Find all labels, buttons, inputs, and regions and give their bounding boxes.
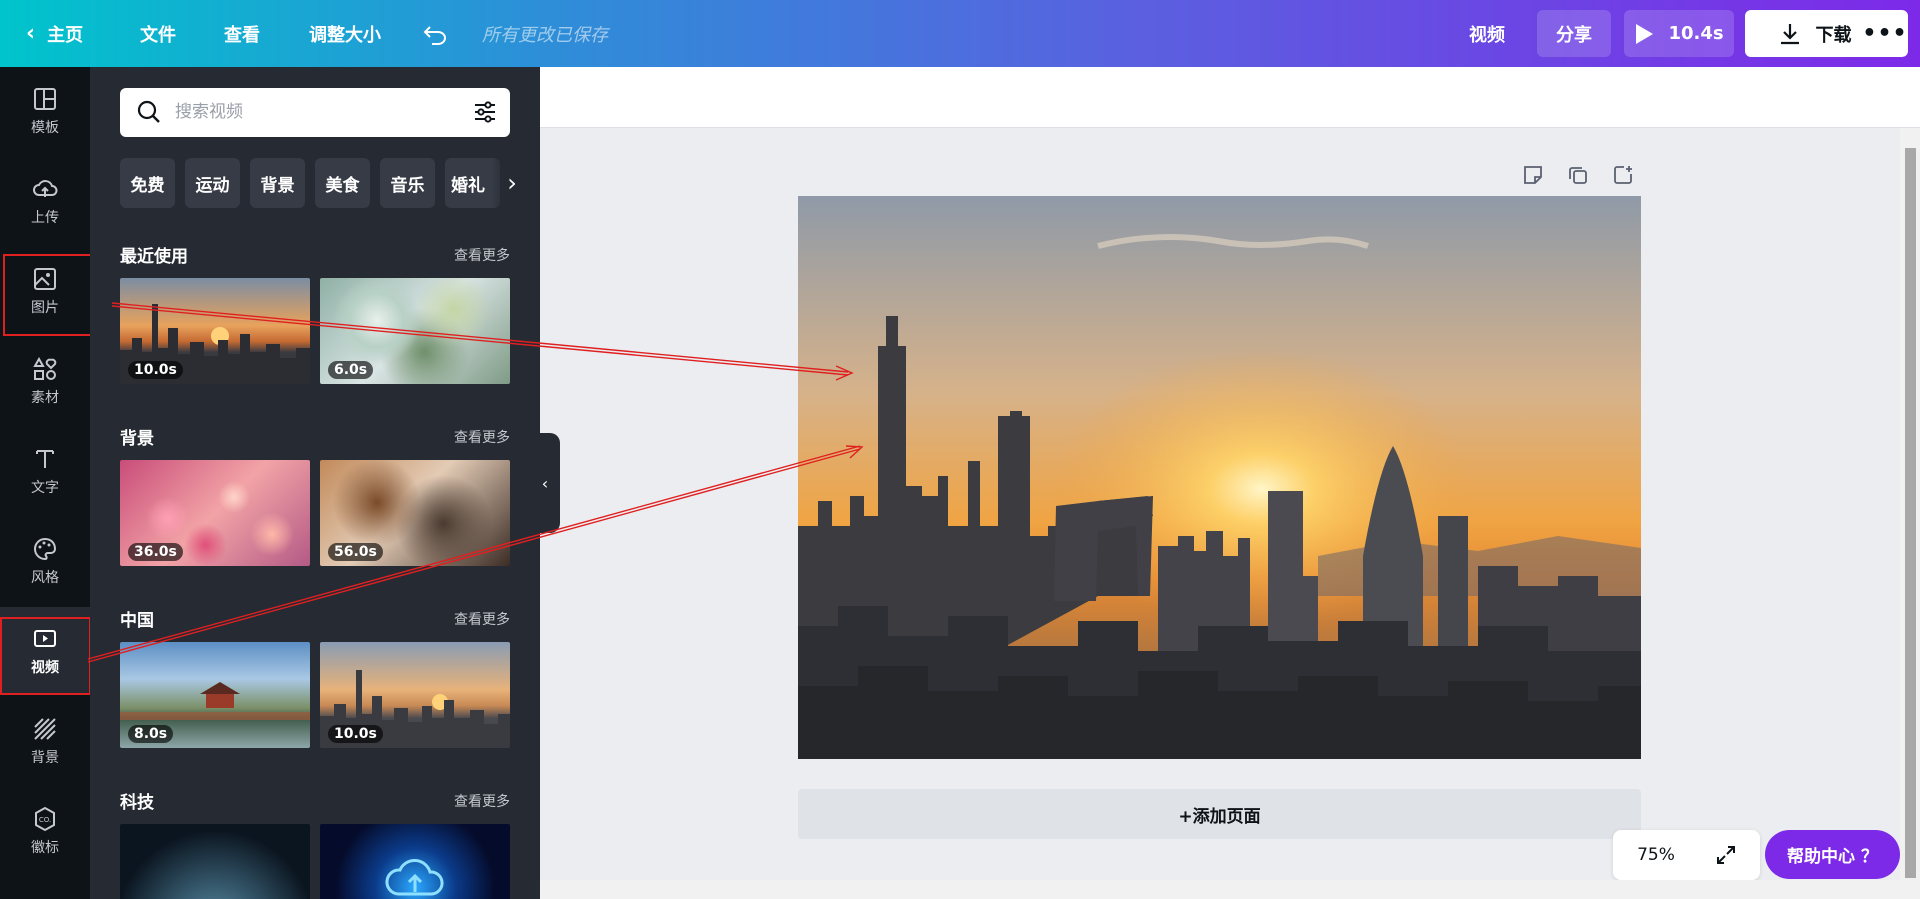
filter-chip[interactable]: 音乐 — [380, 158, 435, 208]
duration-badge: 6.0s — [328, 361, 374, 379]
zoom-level[interactable]: 75% — [1631, 830, 1681, 880]
chevron-right-icon: › — [507, 169, 517, 197]
search-placeholder: 搜索视频 — [175, 102, 243, 122]
share-button[interactable]: 分享 — [1537, 10, 1611, 57]
video-thumbnail[interactable]: 10.0s — [320, 642, 510, 748]
vertical-scrollbar[interactable] — [1900, 128, 1920, 899]
logo-icon: CO. — [35, 806, 55, 831]
rail-item-logos[interactable]: CO. 徽标 — [0, 787, 90, 875]
more-dots-icon: ••• — [1862, 21, 1908, 46]
notes-button[interactable] — [1518, 160, 1548, 190]
duration-badge: 10.0s — [328, 725, 383, 743]
filter-chip[interactable]: 背景 — [250, 158, 305, 208]
highlight-box-photos — [3, 254, 94, 336]
upload-cloud-icon — [33, 179, 58, 197]
rail-item-elements[interactable]: 素材 — [0, 337, 90, 425]
resize-menu[interactable]: 调整大小 — [309, 0, 381, 67]
filter-chip[interactable]: 免费 — [120, 158, 175, 208]
background-icon — [34, 717, 56, 740]
duplicate-icon — [1569, 167, 1587, 184]
zoom-control[interactable]: 75% — [1613, 830, 1760, 880]
download-icon — [1780, 23, 1799, 44]
undo-button[interactable] — [422, 0, 448, 67]
video-thumbnail[interactable]: 56.0s — [320, 460, 510, 566]
search-input[interactable]: 搜索视频 — [120, 88, 510, 137]
duration-badge: 10.0s — [128, 361, 183, 379]
beijing-skyline-sunset-illustration — [798, 196, 1641, 759]
video-thumbnail[interactable]: 36.0s — [120, 460, 310, 566]
rail-label: 文字 — [31, 479, 59, 496]
add-page-icon — [1614, 166, 1632, 184]
rail-label: 风格 — [31, 569, 59, 586]
video-thumbnail[interactable] — [120, 824, 310, 899]
duration-badge: 36.0s — [128, 543, 183, 561]
rail-item-templates[interactable]: 模板 — [0, 67, 90, 155]
top-bar: ‹ 主页 文件 查看 调整大小 所有更改已保存 视频 分享 10.4s 下载 •… — [0, 0, 1920, 67]
rail-label: 徽标 — [31, 839, 59, 856]
file-menu[interactable]: 文件 — [140, 0, 176, 67]
editor-toolbar — [540, 67, 1920, 128]
text-icon — [36, 449, 54, 468]
search-icon — [137, 100, 160, 123]
rail-item-upload[interactable]: 上传 — [0, 157, 90, 245]
template-icon — [34, 87, 56, 110]
filter-chip[interactable]: 美食 — [315, 158, 370, 208]
filter-chip[interactable]: 运动 — [185, 158, 240, 208]
see-more-link[interactable]: 查看更多 — [454, 245, 510, 265]
fullscreen-expand-icon[interactable] — [1715, 844, 1737, 866]
duplicate-page-button[interactable] — [1563, 160, 1593, 190]
duration-badge: 56.0s — [328, 543, 383, 561]
home-label: 主页 — [47, 24, 84, 46]
chevron-left-icon: ‹ — [26, 21, 36, 46]
home-button[interactable]: ‹ 主页 — [26, 0, 83, 67]
see-more-link[interactable]: 查看更多 — [454, 609, 510, 629]
scrollbar-thumb[interactable] — [1905, 148, 1916, 878]
section-title: 中国 — [120, 611, 154, 631]
rail-label: 素材 — [31, 389, 59, 406]
sticky-note-icon — [1524, 166, 1542, 184]
section-title: 最近使用 — [120, 247, 188, 267]
play-duration: 10.4s — [1668, 23, 1724, 44]
video-thumbnail[interactable] — [320, 824, 510, 899]
filter-sliders-icon[interactable] — [472, 99, 498, 125]
left-rail: 模板 上传 图片 素材 文字 风格 视频 背景 CO. 徽标 — [0, 67, 90, 899]
download-label: 下载 — [1815, 24, 1852, 46]
rail-label: 背景 — [31, 749, 59, 766]
section-title: 背景 — [120, 429, 154, 449]
play-button[interactable]: 10.4s — [1624, 10, 1734, 57]
see-more-link[interactable]: 查看更多 — [454, 427, 510, 447]
highlight-box-videos — [0, 617, 91, 695]
elements-icon — [33, 356, 57, 380]
svg-text:CO.: CO. — [39, 816, 51, 824]
side-panel: 搜索视频 免费 运动 背景 美食 音乐 婚礼 › 最近使用 查看更多 10.0s… — [90, 67, 540, 899]
video-thumbnail[interactable]: 8.0s — [120, 642, 310, 748]
video-thumbnail[interactable]: 6.0s — [320, 278, 510, 384]
chevron-left-icon: ‹ — [541, 473, 549, 493]
view-menu[interactable]: 查看 — [224, 0, 260, 67]
rail-item-styles[interactable]: 风格 — [0, 517, 90, 605]
undo-icon — [423, 25, 446, 45]
chips-scroll-right-button[interactable]: › — [492, 158, 532, 208]
video-type-label[interactable]: 视频 — [1469, 0, 1505, 67]
section-title: 科技 — [120, 793, 154, 813]
canvas-page-video[interactable] — [798, 196, 1641, 759]
play-icon — [1636, 23, 1654, 44]
rail-item-text[interactable]: 文字 — [0, 427, 90, 515]
collapse-panel-button[interactable]: ‹ — [530, 433, 560, 533]
rail-label: 模板 — [31, 119, 59, 136]
add-page-icon-button[interactable] — [1608, 160, 1638, 190]
add-page-button[interactable]: +添加页面 — [798, 789, 1641, 839]
rail-item-backgrounds[interactable]: 背景 — [0, 697, 90, 785]
palette-icon — [34, 537, 57, 560]
video-thumbnail[interactable]: 10.0s — [120, 278, 310, 384]
horizontal-scrollbar[interactable] — [540, 880, 1900, 899]
saved-status: 所有更改已保存 — [482, 24, 608, 46]
help-center-button[interactable]: 帮助中心 ？ — [1765, 830, 1900, 879]
duration-badge: 8.0s — [128, 725, 174, 743]
rail-label: 上传 — [31, 209, 59, 226]
cloud-upload-illustration — [385, 859, 444, 896]
more-button[interactable]: ••• — [1862, 10, 1908, 57]
see-more-link[interactable]: 查看更多 — [454, 791, 510, 811]
